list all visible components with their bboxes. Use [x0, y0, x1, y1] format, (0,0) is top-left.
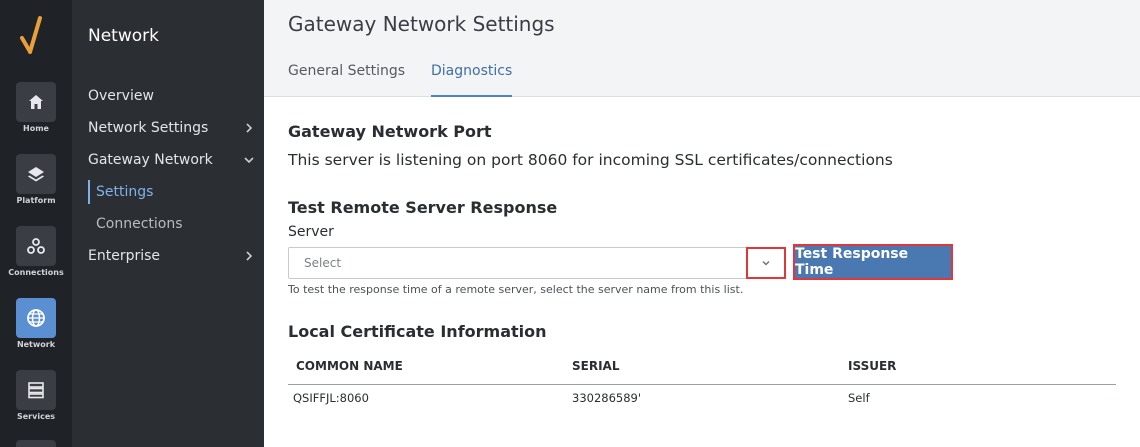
rail-item-home[interactable]: Home: [0, 82, 72, 146]
nav-sub-settings[interactable]: Settings: [88, 180, 248, 204]
rail-label: Network: [16, 340, 56, 349]
rail-item-partial: [16, 440, 56, 447]
nav-panel: Network Overview Network Settings Gatewa…: [72, 0, 264, 447]
tab-diagnostics[interactable]: Diagnostics: [431, 63, 513, 97]
rail-item-platform[interactable]: Platform: [0, 154, 72, 218]
port-description: This server is listening on port 8060 fo…: [288, 151, 893, 169]
column-header-issuer: ISSUER: [848, 359, 897, 373]
chevron-down-icon: [244, 157, 254, 164]
server-hint: To test the response time of a remote se…: [288, 283, 744, 296]
nav-item-label: Network Settings: [88, 120, 209, 136]
rail-label: Home: [23, 124, 49, 133]
rail-label: Connections: [8, 268, 64, 277]
cell-serial: 330286589': [572, 391, 642, 405]
icon-rail: Home Platform Connections Network Servic…: [0, 0, 72, 447]
nav-sub-label: Settings: [96, 184, 154, 200]
test-heading: Test Remote Server Response: [288, 198, 558, 217]
connections-icon: [16, 226, 56, 266]
nav-item-gateway-network[interactable]: Gateway Network: [88, 148, 256, 172]
cert-heading: Local Certificate Information: [288, 322, 547, 341]
services-icon: [16, 370, 56, 410]
rail-item-services[interactable]: Services: [0, 370, 72, 434]
globe-icon: [16, 298, 56, 338]
cell-common-name: QSIFFJL:8060: [293, 391, 369, 405]
chevron-right-icon: [246, 123, 253, 133]
tab-general-settings[interactable]: General Settings: [288, 63, 405, 97]
chevron-right-icon: [246, 251, 253, 261]
page-header: Gateway Network Settings General Setting…: [264, 0, 1140, 97]
test-response-time-button[interactable]: Test Response Time: [793, 244, 953, 280]
nav-item-overview[interactable]: Overview: [88, 84, 256, 108]
app-logo-icon: [20, 16, 42, 54]
cell-issuer: Self: [848, 391, 870, 405]
rail-item-connections[interactable]: Connections: [0, 226, 72, 290]
nav-sub-connections[interactable]: Connections: [88, 212, 248, 236]
server-label: Server: [288, 224, 334, 240]
page-title: Gateway Network Settings: [288, 12, 555, 36]
column-header-serial: SERIAL: [572, 359, 620, 373]
nav-item-label: Overview: [88, 88, 154, 104]
nav-item-network-settings[interactable]: Network Settings: [88, 116, 256, 140]
rail-item-network[interactable]: Network: [0, 298, 72, 362]
table-divider: [288, 384, 1116, 385]
port-heading: Gateway Network Port: [288, 122, 492, 141]
column-header-common-name: COMMON NAME: [296, 359, 403, 373]
nav-item-enterprise[interactable]: Enterprise: [88, 244, 256, 268]
rail-label: Platform: [16, 196, 56, 205]
server-select-toggle[interactable]: [746, 247, 786, 279]
rail-label: Services: [16, 412, 56, 421]
chevron-down-icon: [762, 261, 770, 266]
nav-item-label: Gateway Network: [88, 152, 213, 168]
server-select-placeholder: Select: [304, 256, 342, 270]
nav-title: Network: [88, 26, 159, 46]
nav-sub-label: Connections: [96, 216, 183, 232]
home-icon: [16, 82, 56, 122]
nav-item-label: Enterprise: [88, 248, 161, 264]
server-select[interactable]: Select: [288, 247, 786, 279]
layers-icon: [16, 154, 56, 194]
main-content: Gateway Network Port This server is list…: [288, 97, 1118, 447]
